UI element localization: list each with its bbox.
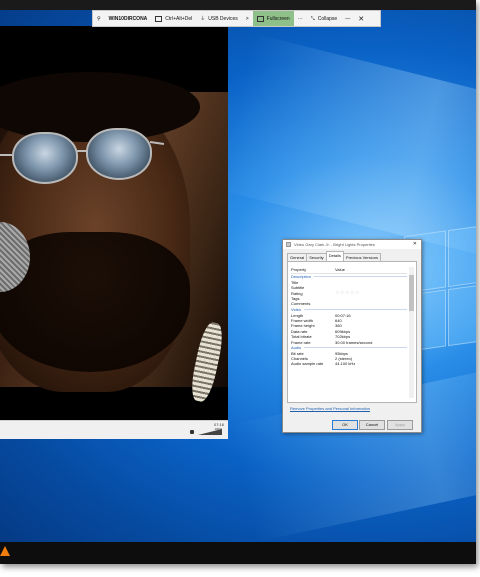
pin-button[interactable]: ⚲ — [93, 11, 105, 26]
taskbar — [0, 542, 476, 564]
property-list[interactable]: Property Value Description Title Subtitl… — [291, 267, 407, 399]
scrollbar[interactable] — [409, 267, 414, 398]
close-button[interactable]: ✕ — [354, 11, 368, 26]
pin-icon: ⚲ — [97, 15, 101, 22]
file-icon — [286, 242, 291, 247]
speaker-icon[interactable] — [190, 430, 194, 434]
screen-frame: 07:16 100% ⚲ WIN10DIRCONA Ctrl+Alt+Del ⏚… — [0, 0, 476, 564]
minimize-button[interactable]: — — [341, 11, 354, 26]
remove-properties-link[interactable]: Remove Properties and Personal Informati… — [290, 406, 370, 411]
host-name: WIN10DIRCONA — [108, 15, 148, 22]
vlc-icon[interactable] — [0, 546, 10, 556]
dialog-close-icon[interactable]: ✕ — [413, 241, 417, 247]
player-controls: 07:16 100% — [0, 420, 228, 439]
details-panel: Property Value Description Title Subtitl… — [287, 261, 417, 403]
dialog-title: Video Gary Clark Jr. - Bright Lights Pro… — [294, 242, 375, 247]
volume-slider[interactable] — [196, 429, 222, 436]
apply-button[interactable]: Apply — [387, 420, 413, 430]
rating-stars: ☆☆☆☆☆ — [335, 289, 360, 296]
video-frame — [0, 72, 228, 404]
more-button[interactable]: ··· — [294, 11, 307, 26]
properties-dialog: Video Gary Clark Jr. - Bright Lights Pro… — [282, 239, 422, 433]
cancel-button[interactable]: Cancel — [359, 420, 385, 430]
keyboard-icon — [155, 15, 163, 22]
scrollbar-thumb[interactable] — [409, 275, 414, 311]
dialog-titlebar: Video Gary Clark Jr. - Bright Lights Pro… — [283, 240, 421, 249]
usb-devices-button[interactable]: ⏚ USB Devices — [196, 11, 241, 26]
list-item[interactable]: Audio sample rate 44.100 kHz — [291, 361, 407, 366]
column-property[interactable]: Property — [291, 267, 335, 273]
ctrl-alt-del-button[interactable]: Ctrl+Alt+Del — [151, 11, 196, 26]
fullscreen-icon — [256, 15, 264, 22]
collapse-icon: ⤡ — [310, 15, 315, 22]
ok-button[interactable]: OK — [332, 420, 358, 430]
usb-icon: ⏚ — [200, 16, 206, 22]
video-player[interactable] — [0, 26, 228, 436]
collapse-button[interactable]: ⤡ Collapse — [307, 11, 341, 26]
remote-connection-toolbar: ⚲ WIN10DIRCONA Ctrl+Alt+Del ⏚ USB Devices… — [92, 10, 381, 27]
toolbar-chevron[interactable]: > — [242, 11, 253, 26]
fullscreen-button[interactable]: Fullscreen — [252, 11, 294, 26]
column-value[interactable]: Value — [335, 267, 379, 273]
list-header: Property Value — [291, 267, 407, 274]
